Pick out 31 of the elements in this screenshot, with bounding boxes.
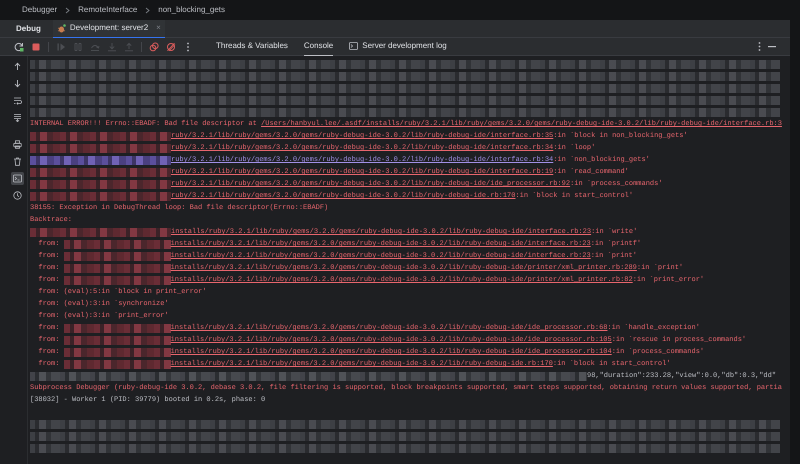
scroll-to-end-button[interactable] xyxy=(11,111,24,124)
chevron-icon xyxy=(65,6,70,14)
up-arrow-icon xyxy=(13,62,22,71)
tool-window-title: Debug xyxy=(16,22,41,34)
scroll-to-end-icon xyxy=(13,113,22,122)
breadcrumb-item[interactable]: RemoteInterface xyxy=(74,4,142,16)
tab[interactable]: Threads & Variables xyxy=(216,38,288,56)
breakpoints-icon[interactable] xyxy=(149,42,159,52)
stop-icon[interactable] xyxy=(31,42,41,52)
clock-button[interactable] xyxy=(11,189,24,202)
soft-wrap-icon xyxy=(13,96,22,105)
terminal-button[interactable] xyxy=(11,172,24,185)
trash-button[interactable] xyxy=(11,155,24,168)
bug-icon xyxy=(56,24,66,32)
rerun-icon[interactable] xyxy=(14,42,24,52)
breadcrumb-item[interactable]: Debugger xyxy=(18,4,62,16)
print-icon xyxy=(13,140,22,149)
close-icon[interactable]: × xyxy=(156,22,161,34)
terminal-icon xyxy=(13,174,22,183)
session-tab[interactable]: Development: server2 × xyxy=(52,20,165,38)
minimize-icon[interactable] xyxy=(768,46,776,48)
print-button[interactable] xyxy=(11,138,24,151)
down-arrow-icon xyxy=(13,79,22,88)
clock-icon xyxy=(13,191,22,200)
more-icon[interactable] xyxy=(758,42,761,51)
mute-breakpoints-icon[interactable] xyxy=(166,42,176,52)
breadcrumb-item[interactable]: non_blocking_gets xyxy=(154,4,229,16)
tab[interactable]: Console xyxy=(304,38,334,56)
chevron-icon xyxy=(145,6,150,14)
tab[interactable]: Server development log xyxy=(349,38,447,56)
trash-icon xyxy=(13,157,22,166)
